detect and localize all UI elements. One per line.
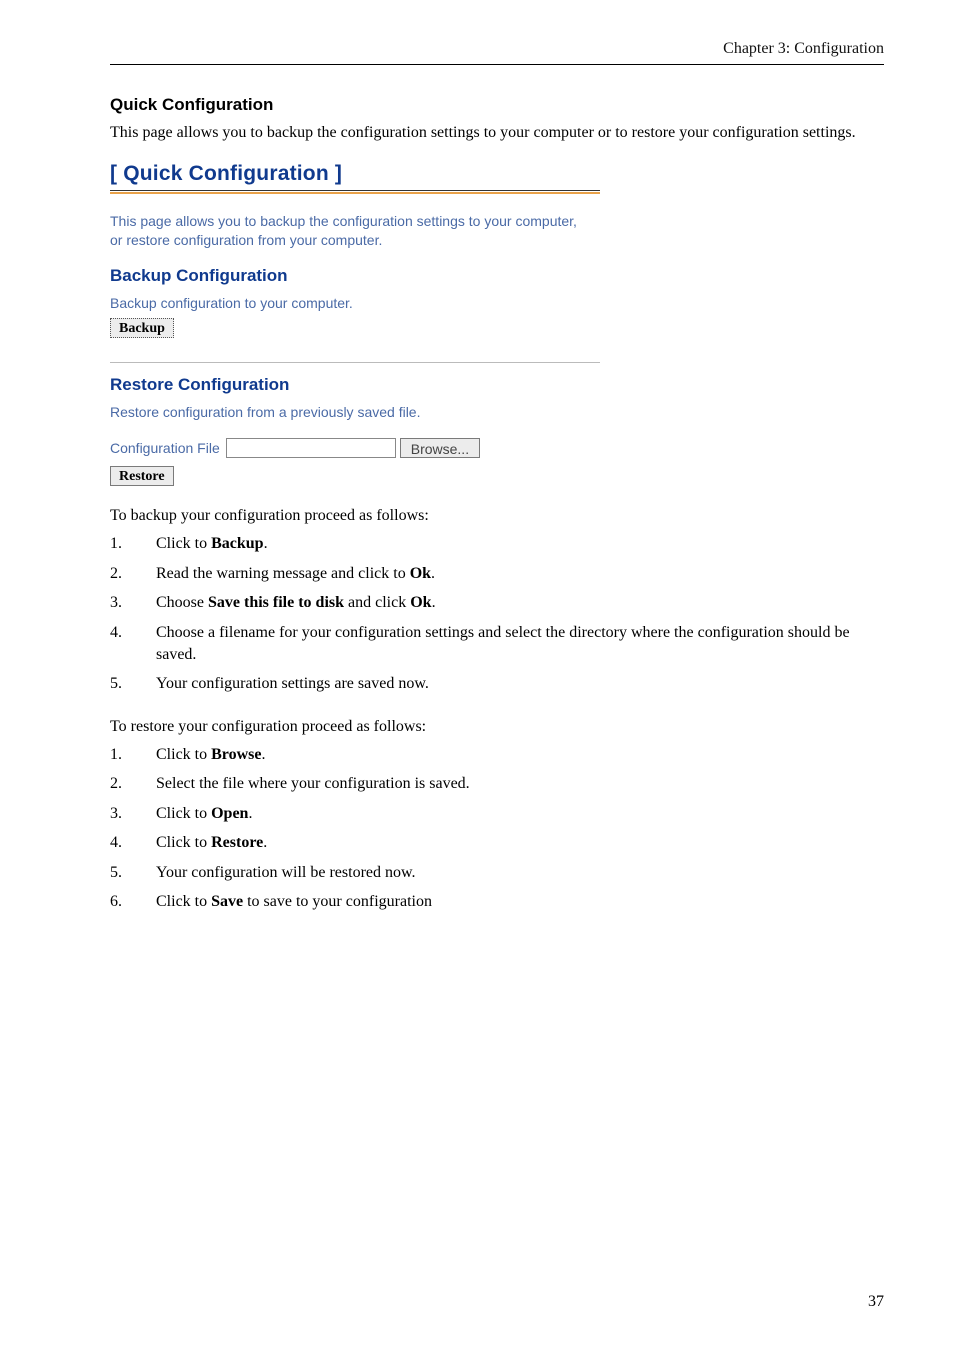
panel-intro: This page allows you to backup the confi… — [110, 212, 600, 250]
page-number: 37 — [868, 1293, 884, 1311]
list-item-number: 3. — [110, 803, 128, 825]
list-item: 2. Select the file where your configurati… — [110, 773, 884, 795]
list-item: 4. Click to Restore. — [110, 832, 884, 854]
list-item-number: 3. — [110, 592, 128, 614]
restore-heading: Restore Configuration — [110, 375, 600, 395]
panel-rule-dark — [110, 190, 600, 191]
file-label: Configuration File — [110, 440, 220, 456]
list-item: 1. Click to Browse. — [110, 744, 884, 766]
chapter-header: Chapter 3: Configuration — [110, 40, 884, 64]
list-item: 3. Choose Save this file to disk and clic… — [110, 592, 884, 614]
panel-title: [ Quick Configuration ] — [110, 162, 600, 186]
list-item-text: Click to Restore. — [156, 832, 884, 854]
section-title: Quick Configuration — [110, 95, 884, 115]
panel-intro-line2: or restore configuration from your compu… — [110, 232, 382, 248]
file-row: Configuration File Browse... — [110, 438, 600, 458]
list-item-text: Click to Save to save to your configurat… — [156, 891, 884, 913]
list-item-text: Read the warning message and click to Ok… — [156, 563, 884, 585]
list-item-number: 5. — [110, 862, 128, 884]
list-item-text: Select the file where your configuration… — [156, 773, 884, 795]
restore-steps-intro: To restore your configuration proceed as… — [110, 717, 884, 738]
list-item: 6. Click to Save to save to your configur… — [110, 891, 884, 913]
list-item-text: Click to Browse. — [156, 744, 884, 766]
list-item-number: 2. — [110, 773, 128, 795]
list-item-number: 6. — [110, 891, 128, 913]
quick-config-panel: [ Quick Configuration ] This page allows… — [110, 162, 600, 487]
list-item-text: Click to Open. — [156, 803, 884, 825]
file-input[interactable] — [226, 438, 396, 458]
panel-intro-line1: This page allows you to backup the confi… — [110, 213, 577, 229]
list-item-text: Choose a filename for your configuration… — [156, 622, 884, 665]
panel-rule-orange — [110, 192, 600, 194]
panel-separator — [110, 362, 600, 363]
backup-steps-list: 1. Click to Backup. 2. Read the warning mes… — [110, 533, 884, 695]
list-item-number: 5. — [110, 673, 128, 695]
list-item-text: Your configuration will be restored now. — [156, 862, 884, 884]
backup-steps-intro: To backup your configuration proceed as … — [110, 506, 884, 527]
backup-button[interactable]: Backup — [110, 318, 174, 338]
list-item-number: 4. — [110, 832, 128, 854]
browse-button[interactable]: Browse... — [400, 438, 480, 458]
restore-steps-list: 1. Click to Browse. 2. Select the file wher… — [110, 744, 884, 914]
list-item-text: Click to Backup. — [156, 533, 884, 555]
list-item: 4. Choose a filename for your configurati… — [110, 622, 884, 665]
list-item: 5. Your configuration settings are saved … — [110, 673, 884, 695]
list-item-number: 2. — [110, 563, 128, 585]
header-rule — [110, 64, 884, 65]
list-item: 5. Your configuration will be restored no… — [110, 862, 884, 884]
list-item: 1. Click to Backup. — [110, 533, 884, 555]
list-item: 2. Read the warning message and click to … — [110, 563, 884, 585]
section-intro: This page allows you to backup the confi… — [110, 123, 884, 144]
list-item-number: 1. — [110, 744, 128, 766]
backup-heading: Backup Configuration — [110, 266, 600, 286]
restore-text: Restore configuration from a previously … — [110, 403, 600, 422]
restore-button[interactable]: Restore — [110, 466, 174, 486]
list-item-number: 1. — [110, 533, 128, 555]
list-item-text: Your configuration settings are saved no… — [156, 673, 884, 695]
backup-text: Backup configuration to your computer. — [110, 294, 600, 313]
list-item: 3. Click to Open. — [110, 803, 884, 825]
list-item-text: Choose Save this file to disk and click … — [156, 592, 884, 614]
list-item-number: 4. — [110, 622, 128, 665]
